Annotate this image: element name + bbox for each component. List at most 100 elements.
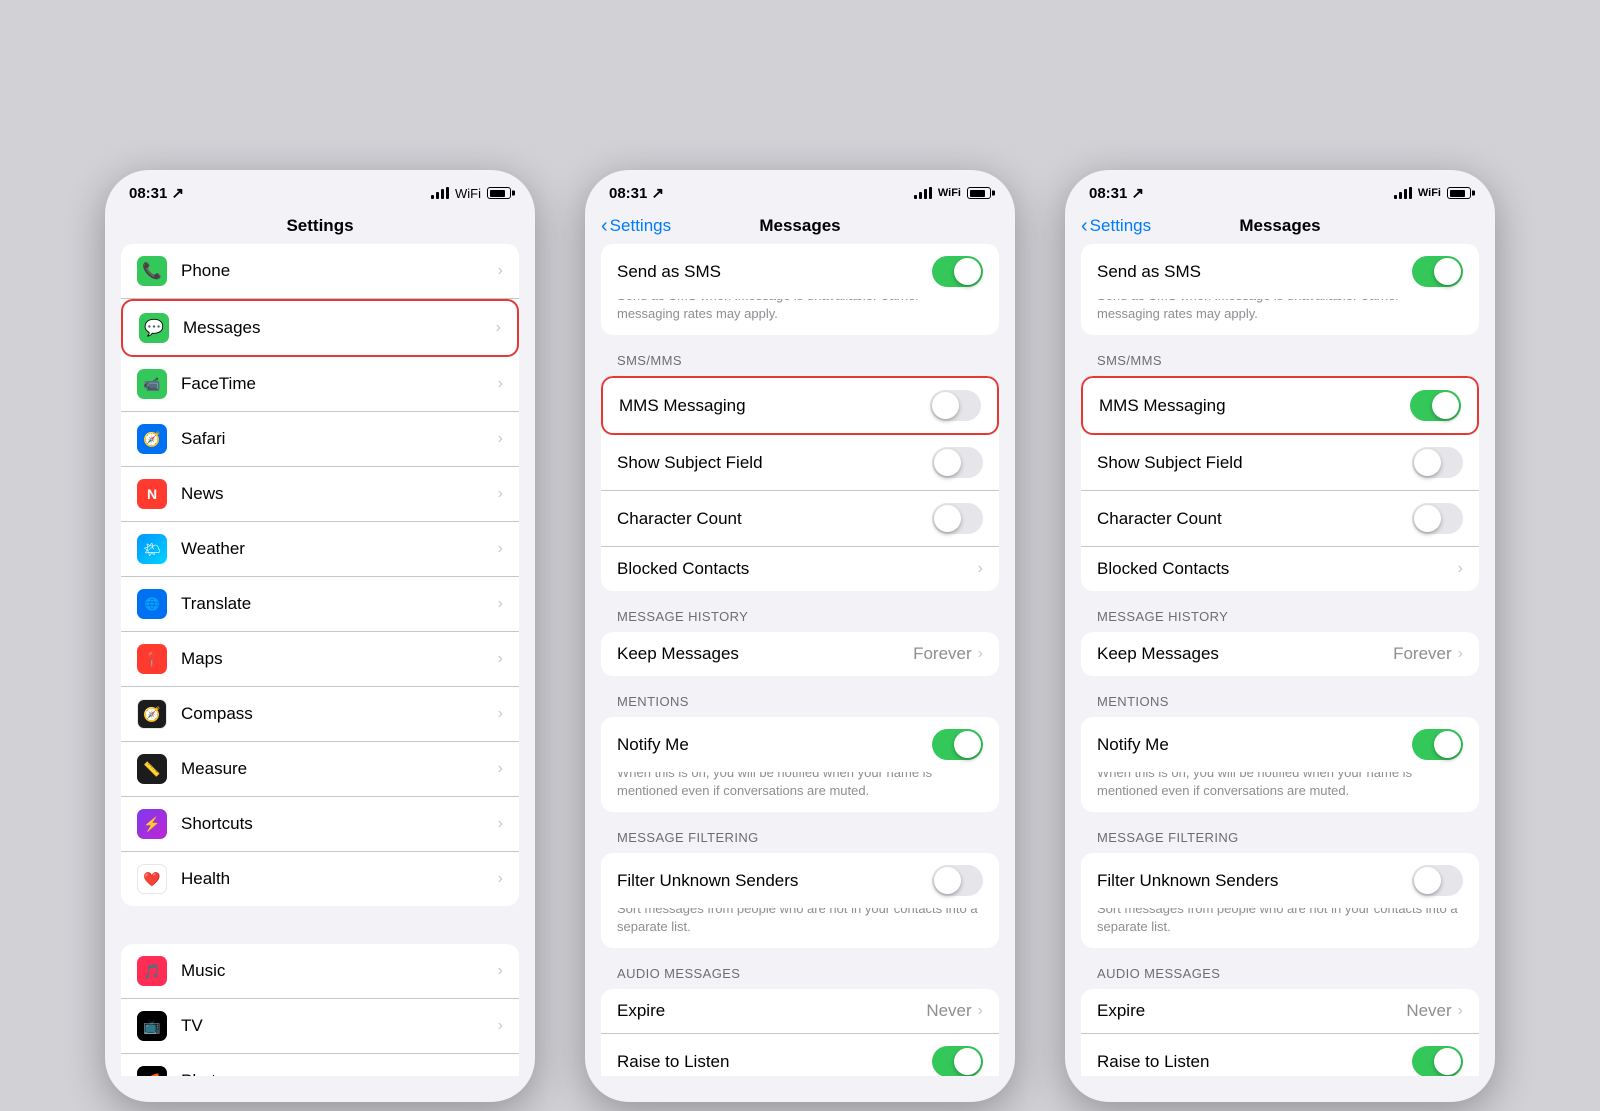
char-count-toggle[interactable]	[932, 503, 983, 534]
chevron-icon: ›	[498, 430, 503, 448]
expire-row-3[interactable]: Expire Never ›	[1081, 989, 1479, 1034]
char-count-toggle-3[interactable]	[1412, 503, 1463, 534]
mms-messaging-row[interactable]: MMS Messaging	[601, 376, 999, 435]
raise-to-listen-toggle-3[interactable]	[1412, 1046, 1463, 1076]
settings-item-photos[interactable]: 🌈 Photos ›	[121, 1054, 519, 1076]
chevron-icon: ›	[978, 645, 983, 663]
settings-item-tv[interactable]: 📺 TV ›	[121, 999, 519, 1054]
keep-messages-label-3: Keep Messages	[1097, 644, 1393, 664]
filter-toggle[interactable]	[932, 865, 983, 896]
chevron-icon: ›	[1458, 645, 1463, 663]
chevron-icon: ›	[1458, 560, 1463, 578]
settings-item-translate[interactable]: 🌐 Translate ›	[121, 577, 519, 632]
mms-messaging-row-3[interactable]: MMS Messaging	[1081, 376, 1479, 435]
notify-me-row-3[interactable]: Notify Me	[1081, 717, 1479, 772]
battery-icon	[1447, 187, 1471, 199]
notify-me-toggle[interactable]	[932, 729, 983, 760]
show-subject-toggle[interactable]	[932, 447, 983, 478]
settings-item-maps[interactable]: 📍 Maps ›	[121, 632, 519, 687]
filter-toggle-3[interactable]	[1412, 865, 1463, 896]
expire-row[interactable]: Expire Never ›	[601, 989, 999, 1034]
notify-me-row[interactable]: Notify Me	[601, 717, 999, 772]
measure-label: Measure	[181, 759, 498, 779]
filter-unknown-row-3[interactable]: Filter Unknown Senders	[1081, 853, 1479, 908]
settings-item-compass[interactable]: 🧭 Compass ›	[121, 687, 519, 742]
smsmms-group-3: MMS Messaging Show Subject Field Charact…	[1081, 376, 1479, 591]
send-sms-toggle[interactable]	[932, 256, 983, 287]
chevron-icon: ›	[498, 485, 503, 503]
settings-item-phone[interactable]: 📞 Phone ›	[121, 244, 519, 299]
chevron-icon: ›	[498, 962, 503, 980]
mms-messaging-label: MMS Messaging	[619, 396, 930, 416]
settings-item-shortcuts[interactable]: ⚡ Shortcuts ›	[121, 797, 519, 852]
raise-to-listen-label: Raise to Listen	[617, 1052, 932, 1072]
settings-item-health[interactable]: ❤️ Health ›	[121, 852, 519, 906]
music-icon: 🎵	[137, 956, 167, 986]
back-button-3[interactable]: ‹ Settings	[1081, 216, 1151, 236]
keep-messages-row[interactable]: Keep Messages Forever ›	[601, 632, 999, 676]
back-chevron-icon: ‹	[601, 216, 608, 236]
page-title-1: Settings	[286, 216, 353, 236]
raise-to-listen-row[interactable]: Raise to Listen	[601, 1034, 999, 1076]
send-sms-row-3[interactable]: Send as SMS	[1081, 244, 1479, 299]
keep-messages-row-3[interactable]: Keep Messages Forever ›	[1081, 632, 1479, 676]
msg-filtering-label: MESSAGE FILTERING	[585, 822, 1015, 853]
back-button-2[interactable]: ‹ Settings	[601, 216, 671, 236]
measure-icon: 📏	[137, 754, 167, 784]
settings-item-measure[interactable]: 📏 Measure ›	[121, 742, 519, 797]
send-sms-label: Send as SMS	[617, 262, 932, 282]
raise-to-listen-toggle[interactable]	[932, 1046, 983, 1076]
blocked-contacts-row[interactable]: Blocked Contacts ›	[601, 547, 999, 591]
wifi-icon: WiFi	[1418, 187, 1441, 199]
char-count-label: Character Count	[617, 509, 932, 529]
time-2: 08:31 ↗	[609, 184, 664, 202]
settings-item-news[interactable]: N News ›	[121, 467, 519, 522]
keep-messages-value: Forever	[913, 644, 972, 664]
messages-settings-2[interactable]: Send as SMS Send as SMS when iMessage is…	[585, 244, 1015, 1076]
msg-filtering-label-3: MESSAGE FILTERING	[1065, 822, 1495, 853]
maps-icon: 📍	[137, 644, 167, 674]
time-3: 08:31 ↗	[1089, 184, 1144, 202]
show-subject-row[interactable]: Show Subject Field	[601, 435, 999, 491]
msg-history-group: Keep Messages Forever ›	[601, 632, 999, 676]
chevron-icon: ›	[1458, 1002, 1463, 1020]
send-sms-row[interactable]: Send as SMS	[601, 244, 999, 299]
mms-toggle-off[interactable]	[930, 390, 981, 421]
settings-item-facetime[interactable]: 📹 FaceTime ›	[121, 357, 519, 412]
status-icons-3: WiFi	[1394, 187, 1471, 199]
wifi-icon: WiFi	[455, 186, 481, 201]
status-bar-2: 08:31 ↗ WiFi	[585, 170, 1015, 208]
show-subject-row-3[interactable]: Show Subject Field	[1081, 435, 1479, 491]
compass-label: Compass	[181, 704, 498, 724]
char-count-row[interactable]: Character Count	[601, 491, 999, 547]
settings-item-weather[interactable]: 🌤 Weather ›	[121, 522, 519, 577]
messages-icon: 💬	[139, 313, 169, 343]
back-chevron-icon: ‹	[1081, 216, 1088, 236]
char-count-row-3[interactable]: Character Count	[1081, 491, 1479, 547]
char-count-label-3: Character Count	[1097, 509, 1412, 529]
settings-header: Settings	[105, 208, 535, 244]
tv-icon: 📺	[137, 1011, 167, 1041]
raise-to-listen-label-3: Raise to Listen	[1097, 1052, 1412, 1072]
settings-item-messages[interactable]: 💬 Messages ›	[121, 299, 519, 357]
signal-icon	[431, 187, 449, 199]
show-subject-toggle-3[interactable]	[1412, 447, 1463, 478]
chevron-icon: ›	[498, 650, 503, 668]
audio-msg-label-3: AUDIO MESSAGES	[1065, 958, 1495, 989]
blocked-contacts-row-3[interactable]: Blocked Contacts ›	[1081, 547, 1479, 591]
news-label: News	[181, 484, 498, 504]
blocked-contacts-label: Blocked Contacts	[617, 559, 978, 579]
filter-unknown-row[interactable]: Filter Unknown Senders	[601, 853, 999, 908]
notify-me-toggle-3[interactable]	[1412, 729, 1463, 760]
filter-unknown-label: Filter Unknown Senders	[617, 871, 932, 891]
settings-item-music[interactable]: 🎵 Music ›	[121, 944, 519, 999]
mms-toggle-on[interactable]	[1410, 390, 1461, 421]
send-sms-toggle-3[interactable]	[1412, 256, 1463, 287]
settings-list[interactable]: 📞 Phone › 💬 Messages ›	[105, 244, 535, 1076]
mentions-group: Notify Me	[601, 717, 999, 772]
blocked-contacts-label-3: Blocked Contacts	[1097, 559, 1458, 579]
raise-to-listen-row-3[interactable]: Raise to Listen	[1081, 1034, 1479, 1076]
weather-icon: 🌤	[137, 534, 167, 564]
settings-item-safari[interactable]: 🧭 Safari ›	[121, 412, 519, 467]
messages-settings-3[interactable]: Send as SMS Send as SMS when iMessage is…	[1065, 244, 1495, 1076]
